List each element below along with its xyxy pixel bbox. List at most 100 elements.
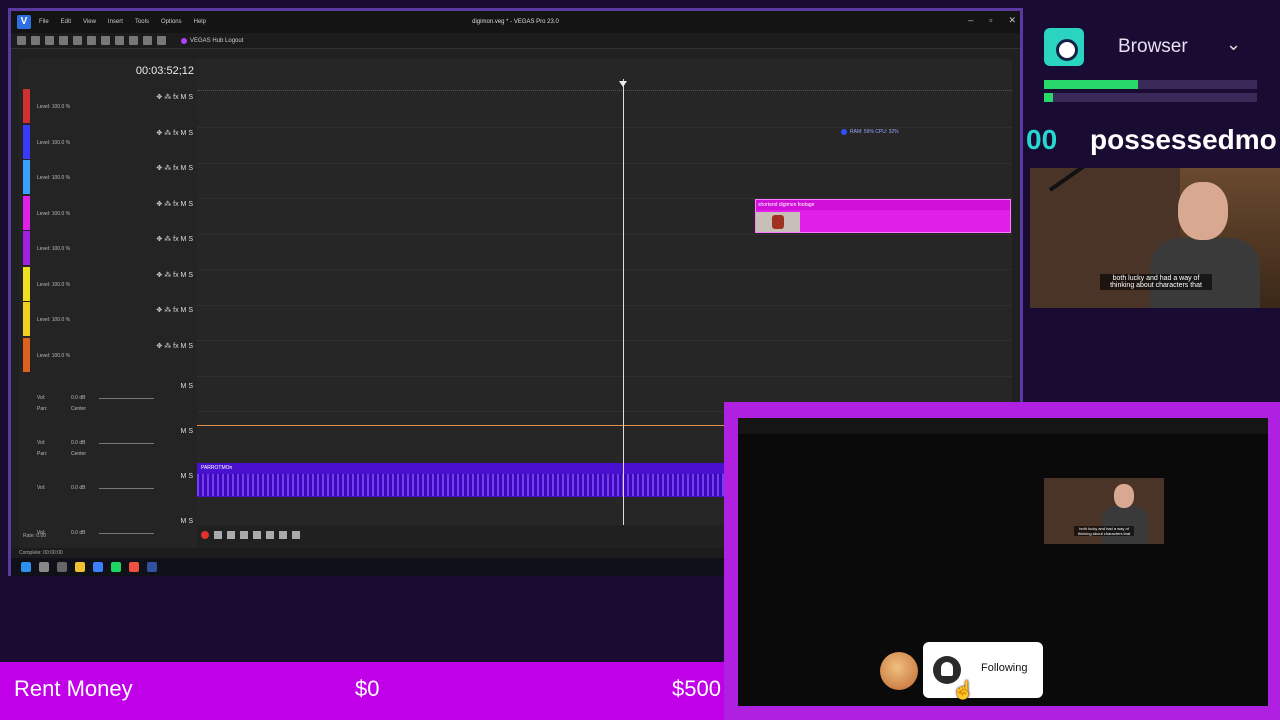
browser-label: Browser — [1118, 36, 1188, 57]
track-header[interactable]: ✥ ⁂ fx M S Level: 100.0 % — [19, 231, 197, 266]
maximize-icon[interactable]: ▫ — [989, 15, 992, 26]
video-clip[interactable]: shortend digimon footage — [755, 199, 1011, 233]
timeline-lane[interactable] — [197, 342, 1012, 377]
track-buttons[interactable]: ✥ ⁂ fx M S — [156, 200, 193, 208]
track-level[interactable]: Level: 100.0 % — [37, 353, 70, 359]
vegas-hub-button[interactable]: VEGAS Hub Logout — [181, 37, 243, 44]
webcam-feed: both lucky and had a way of thinking abo… — [1030, 168, 1280, 308]
settings-icon[interactable] — [73, 36, 82, 45]
cut-icon[interactable] — [87, 36, 96, 45]
timeline-lane[interactable] — [197, 235, 1012, 270]
audio-clip[interactable]: PARROTMOn — [197, 463, 737, 497]
track-header[interactable]: ✥ ⁂ fx M S Level: 100.0 % — [19, 195, 197, 231]
redo-icon[interactable] — [157, 36, 166, 45]
audio-mute-solo[interactable]: M S — [181, 428, 193, 435]
file-explorer-icon[interactable] — [75, 562, 85, 572]
timeline-lane[interactable] — [197, 271, 1012, 306]
timeline-lane[interactable] — [197, 306, 1012, 341]
track-buttons[interactable]: ✥ ⁂ fx M S — [156, 306, 193, 314]
obs-record-icon[interactable] — [1044, 28, 1084, 66]
track-header[interactable]: ✥ ⁂ fx M S Level: 100.0 % — [19, 160, 197, 195]
track-buttons[interactable]: ✥ ⁂ fx M S — [156, 235, 193, 243]
delete-icon[interactable] — [129, 36, 138, 45]
timeline-ruler[interactable] — [197, 79, 1012, 91]
audio-mute-solo[interactable]: M S — [181, 473, 193, 480]
task-view-icon[interactable] — [57, 562, 67, 572]
copy-icon[interactable] — [101, 36, 110, 45]
audio-mute-solo[interactable]: M S — [181, 383, 193, 390]
track-header[interactable]: ✥ ⁂ fx M S Level: 100.0 % — [19, 337, 197, 373]
vol-slider[interactable] — [99, 488, 154, 489]
track-level[interactable]: Level: 100.0 % — [37, 140, 70, 146]
menu-options[interactable]: Options — [161, 19, 182, 25]
audio-track-header[interactable]: M S Vol: 0.0 dB Pan: Center — [19, 379, 197, 424]
record-button[interactable] — [201, 531, 209, 539]
vol-slider[interactable] — [99, 398, 154, 399]
play-button[interactable] — [240, 531, 248, 539]
pan-value: Center — [71, 451, 87, 457]
track-level[interactable]: Level: 100.0 % — [37, 211, 70, 217]
track-buttons[interactable]: ✥ ⁂ fx M S — [156, 164, 193, 172]
stop-button[interactable] — [266, 531, 274, 539]
chevron-down-icon[interactable]: ⌄ — [1226, 34, 1241, 55]
track-buttons[interactable]: ✥ ⁂ fx M S — [156, 271, 193, 279]
track-header[interactable]: ✥ ⁂ fx M S Level: 100.0 % — [19, 89, 197, 124]
track-level[interactable]: Level: 100.0 % — [37, 317, 70, 323]
menu-file[interactable]: File — [39, 19, 49, 25]
track-color-swatch[interactable] — [23, 266, 30, 301]
track-header[interactable]: ✥ ⁂ fx M S Level: 100.0 % — [19, 266, 197, 302]
audio-mute-solo[interactable]: M S — [181, 518, 193, 525]
spotify-icon[interactable] — [111, 562, 121, 572]
track-color-swatch[interactable] — [23, 124, 30, 159]
timeline-lane[interactable] — [197, 93, 1012, 128]
play-from-start-button[interactable] — [227, 531, 235, 539]
vol-slider[interactable] — [99, 533, 154, 534]
audio-track-header[interactable]: M S Vol: 0.0 dB — [19, 469, 197, 514]
windows-start-icon[interactable] — [21, 562, 31, 572]
track-color-swatch[interactable] — [23, 89, 30, 123]
pause-button[interactable] — [253, 531, 261, 539]
photoshop-icon[interactable] — [147, 562, 157, 572]
track-buttons[interactable]: ✥ ⁂ fx M S — [156, 129, 193, 137]
loop-button[interactable] — [214, 531, 222, 539]
vegas-taskbar-icon[interactable] — [93, 562, 103, 572]
track-level[interactable]: Level: 100.0 % — [37, 104, 70, 110]
envelope-line[interactable] — [197, 425, 737, 426]
search-icon[interactable] — [39, 562, 49, 572]
vegas-logo-icon: V — [17, 15, 31, 29]
menu-edit[interactable]: Edit — [61, 19, 71, 25]
save-icon[interactable] — [45, 36, 54, 45]
track-header[interactable]: ✥ ⁂ fx M S Level: 100.0 % — [19, 124, 197, 160]
menu-view[interactable]: View — [83, 19, 96, 25]
track-level[interactable]: Level: 100.0 % — [37, 282, 70, 288]
track-color-swatch[interactable] — [23, 337, 30, 372]
render-icon[interactable] — [59, 36, 68, 45]
track-color-swatch[interactable] — [23, 231, 30, 265]
audio-track-header[interactable]: M S Vol: 0.0 dB Pan: Center — [19, 424, 197, 469]
menu-help[interactable]: Help — [194, 19, 206, 25]
track-level[interactable]: Level: 100.0 % — [37, 246, 70, 252]
playhead-handle[interactable] — [619, 81, 627, 87]
minimize-icon[interactable]: – — [968, 15, 973, 26]
track-buttons[interactable]: ✥ ⁂ fx M S — [156, 342, 193, 350]
timeline-lane[interactable] — [197, 164, 1012, 199]
playhead[interactable] — [623, 79, 624, 525]
go-end-button[interactable] — [292, 531, 300, 539]
track-color-swatch[interactable] — [23, 195, 30, 230]
open-file-icon[interactable] — [31, 36, 40, 45]
track-color-swatch[interactable] — [23, 302, 30, 336]
chrome-icon[interactable] — [129, 562, 139, 572]
vol-slider[interactable] — [99, 443, 154, 444]
following-button[interactable]: Following — [923, 642, 1043, 698]
close-icon[interactable]: ✕ — [1008, 15, 1016, 26]
menu-tools[interactable]: Tools — [135, 19, 149, 25]
track-level[interactable]: Level: 100.0 % — [37, 175, 70, 181]
paste-icon[interactable] — [115, 36, 124, 45]
go-start-button[interactable] — [279, 531, 287, 539]
undo-icon[interactable] — [143, 36, 152, 45]
track-buttons[interactable]: ✥ ⁂ fx M S — [156, 93, 193, 101]
track-header[interactable]: ✥ ⁂ fx M S Level: 100.0 % — [19, 302, 197, 337]
menu-insert[interactable]: Insert — [108, 19, 123, 25]
new-file-icon[interactable] — [17, 36, 26, 45]
track-color-swatch[interactable] — [23, 160, 30, 194]
